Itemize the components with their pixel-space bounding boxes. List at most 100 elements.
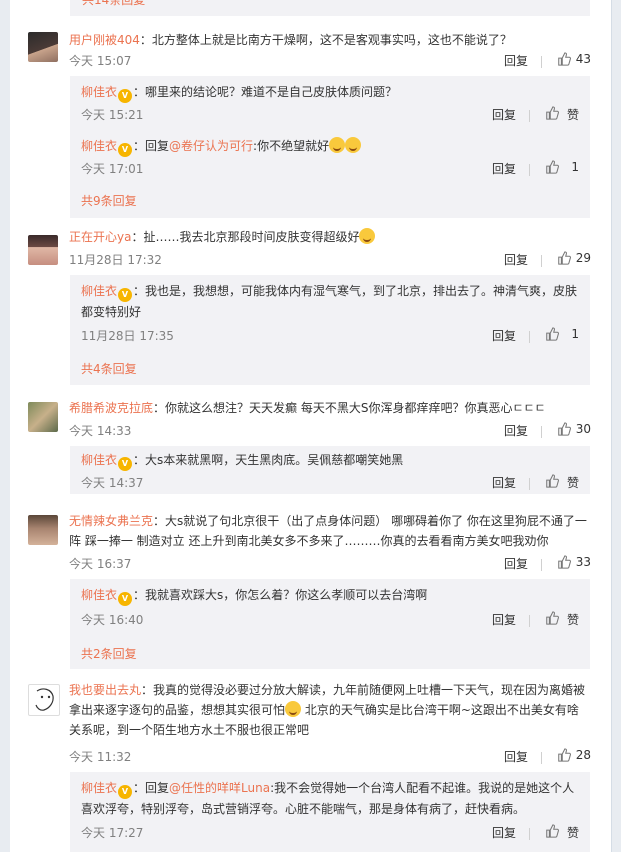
comment-username[interactable]: 我也要出去丸 (69, 683, 141, 697)
like-count: 赞 (566, 108, 579, 122)
thumbs-up-icon[interactable] (557, 555, 571, 569)
reply-button[interactable]: 回复 (504, 251, 528, 268)
reply-meta: 今天 17:27 回复 赞 (81, 824, 579, 842)
thumbs-up-icon[interactable] (557, 52, 571, 66)
action-divider (529, 110, 530, 122)
reply-button[interactable]: 回复 (504, 555, 528, 572)
reply-username[interactable]: 柳佳衣 (81, 453, 117, 467)
reply-username[interactable]: 柳佳衣 (81, 139, 117, 153)
reply-panel: 柳佳衣 V ：回复@任性的咩咩Luna:我不会觉得她一个台湾人配看不起谁。我说的是她… (70, 772, 590, 852)
avatar[interactable] (28, 32, 58, 62)
smile-emoji-icon (359, 228, 376, 244)
thumbs-up-icon[interactable] (545, 611, 559, 625)
reply-button[interactable]: 回复 (504, 422, 528, 439)
like-count: 1 (571, 160, 579, 174)
avatar[interactable] (28, 402, 58, 432)
more-replies-link[interactable]: 共9条回复 (81, 192, 137, 209)
reply-time: 11月28日 17:35 (81, 329, 174, 343)
action-divider (529, 331, 530, 343)
comment-username[interactable]: 希腊希波克拉底 (69, 401, 153, 415)
reply-meta: 今天 16:40 回复 赞 (81, 611, 579, 629)
reply-item: 柳佳衣 V ：我也是，我想想，可能我体内有湿气寒气，到了北京，排出去了。神清气爽，皮… (81, 284, 579, 343)
laughing-emoji-icon (329, 137, 346, 153)
like-count: 29 (575, 251, 591, 265)
comment-time: 今天 14:33 (69, 424, 132, 438)
reply-username[interactable]: 柳佳衣 (81, 588, 117, 602)
action-divider (541, 752, 542, 764)
thumbs-up-icon[interactable] (557, 422, 571, 436)
reply-button[interactable]: 回复 (492, 160, 516, 177)
more-replies-link-top[interactable]: 共14条回复 (70, 0, 590, 16)
thumbs-up-icon[interactable] (545, 160, 559, 174)
comment-text: 无情辣女弗兰克：大s就说了句北京很干（出了点身体问题） 哪哪碍着你了 你在这里狗… (69, 514, 587, 548)
like-count: 28 (575, 748, 591, 762)
comment-time: 11月28日 17:32 (69, 253, 162, 267)
reply-panel: 柳佳衣 V ：大s本来就黑啊，天生黑肉底。吴佩慈都嘲笑她黑 今天 14:37 回复 … (70, 446, 590, 494)
comment-meta: 今天 11:32 回复 28 (69, 748, 591, 766)
laughing-emoji-icon (345, 137, 362, 153)
comment-meta: 今天 16:37 回复 33 (69, 555, 591, 573)
avatar[interactable] (28, 515, 58, 545)
avatar[interactable] (28, 235, 58, 265)
comment-text: 希腊希波克拉底：你就这么想注？天天发癫 每天不黑大S你浑身都痒痒吧？你真恶心ㄷㄷ… (69, 401, 546, 415)
thumbs-up-icon[interactable] (557, 251, 571, 265)
verified-badge-icon: V (118, 457, 133, 471)
comment-time: 今天 16:37 (69, 557, 132, 571)
like-count: 赞 (566, 826, 579, 840)
thumbs-up-icon[interactable] (545, 106, 559, 120)
comment-username[interactable]: 用户刚被404 (69, 33, 140, 47)
reply-item: 柳佳衣 V ：大s本来就黑啊，天生黑肉底。吴佩慈都嘲笑她黑 今天 14:37 回复 … (81, 453, 579, 490)
thumbs-up-icon[interactable] (545, 824, 559, 838)
verified-badge-icon: V (118, 89, 133, 103)
action-divider (529, 615, 530, 627)
reply-button[interactable]: 回复 (504, 748, 528, 765)
action-divider (529, 164, 530, 176)
more-replies-link[interactable]: 共2条回复 (81, 645, 137, 662)
comment-time: 今天 15:07 (69, 54, 132, 68)
comment-meta: 今天 15:07 回复 43 (69, 52, 591, 70)
mention-link[interactable]: @任性的咩咩Luna (169, 781, 270, 795)
thumbs-up-icon[interactable] (545, 474, 559, 488)
reply-panel: 柳佳衣 V ：我就喜欢踩大s，你怎么着？你这么孝顺可以去台湾啊 今天 16:40 回… (70, 579, 590, 669)
reply-button[interactable]: 回复 (492, 474, 516, 491)
reply-time: 今天 17:01 (81, 162, 144, 176)
comment-username[interactable]: 无情辣女弗兰克 (69, 514, 153, 528)
reply-panel: 柳佳衣 V ：我也是，我想想，可能我体内有湿气寒气，到了北京，排出去了。神清气爽，皮… (70, 275, 590, 385)
reply-meta: 11月28日 17:35 回复 1 (81, 327, 579, 345)
reply-button[interactable]: 回复 (492, 327, 516, 344)
avatar[interactable] (28, 684, 60, 716)
action-divider (541, 56, 542, 68)
like-count: 33 (575, 555, 591, 569)
sketch-face-icon (35, 688, 54, 711)
comment-text: 用户刚被404：北方整体上就是比南方干燥啊，这不是客观事实吗，这也不能说了？ (69, 33, 512, 47)
comment-meta: 今天 14:33 回复 30 (69, 422, 591, 440)
verified-badge-icon: V (118, 592, 133, 606)
reply-username[interactable]: 柳佳衣 (81, 85, 117, 99)
reply-username[interactable]: 柳佳衣 (81, 781, 117, 795)
action-divider (541, 426, 542, 438)
comment-text: 正在开心ya：扯……我去北京那段时间皮肤变得超级好 (69, 227, 589, 247)
verified-badge-icon: V (118, 143, 133, 157)
more-replies-link[interactable]: 共4条回复 (81, 360, 137, 377)
comment-meta: 11月28日 17:32 回复 29 (69, 251, 591, 269)
reply-meta: 今天 17:01 回复 1 (81, 160, 579, 178)
like-count: 30 (575, 422, 591, 436)
thumbs-up-icon[interactable] (545, 327, 559, 341)
thumbs-up-icon[interactable] (557, 748, 571, 762)
reply-button[interactable]: 回复 (492, 824, 516, 841)
reply-time: 今天 14:37 (81, 476, 144, 490)
reply-button[interactable]: 回复 (492, 106, 516, 123)
reply-button[interactable]: 回复 (504, 52, 528, 69)
action-divider (541, 255, 542, 267)
like-count: 1 (571, 327, 579, 341)
reply-item: 柳佳衣 V ：哪里来的结论呢？难道不是自己皮肤体质问题？ 今天 15:21 回复 赞 (81, 85, 579, 122)
reply-button[interactable]: 回复 (492, 611, 516, 628)
mention-link[interactable]: @卷仔认为可行 (169, 139, 253, 153)
action-divider (541, 559, 542, 571)
reply-time: 今天 17:27 (81, 826, 144, 840)
reply-item: 柳佳衣 V ：回复@卷仔认为可行:你不绝望就好 今天 17:01 回复 1 (81, 137, 579, 176)
surprised-emoji-icon (285, 701, 302, 717)
comment-username[interactable]: 正在开心ya (69, 230, 131, 244)
reply-time: 今天 16:40 (81, 613, 144, 627)
reply-username[interactable]: 柳佳衣 (81, 284, 117, 298)
